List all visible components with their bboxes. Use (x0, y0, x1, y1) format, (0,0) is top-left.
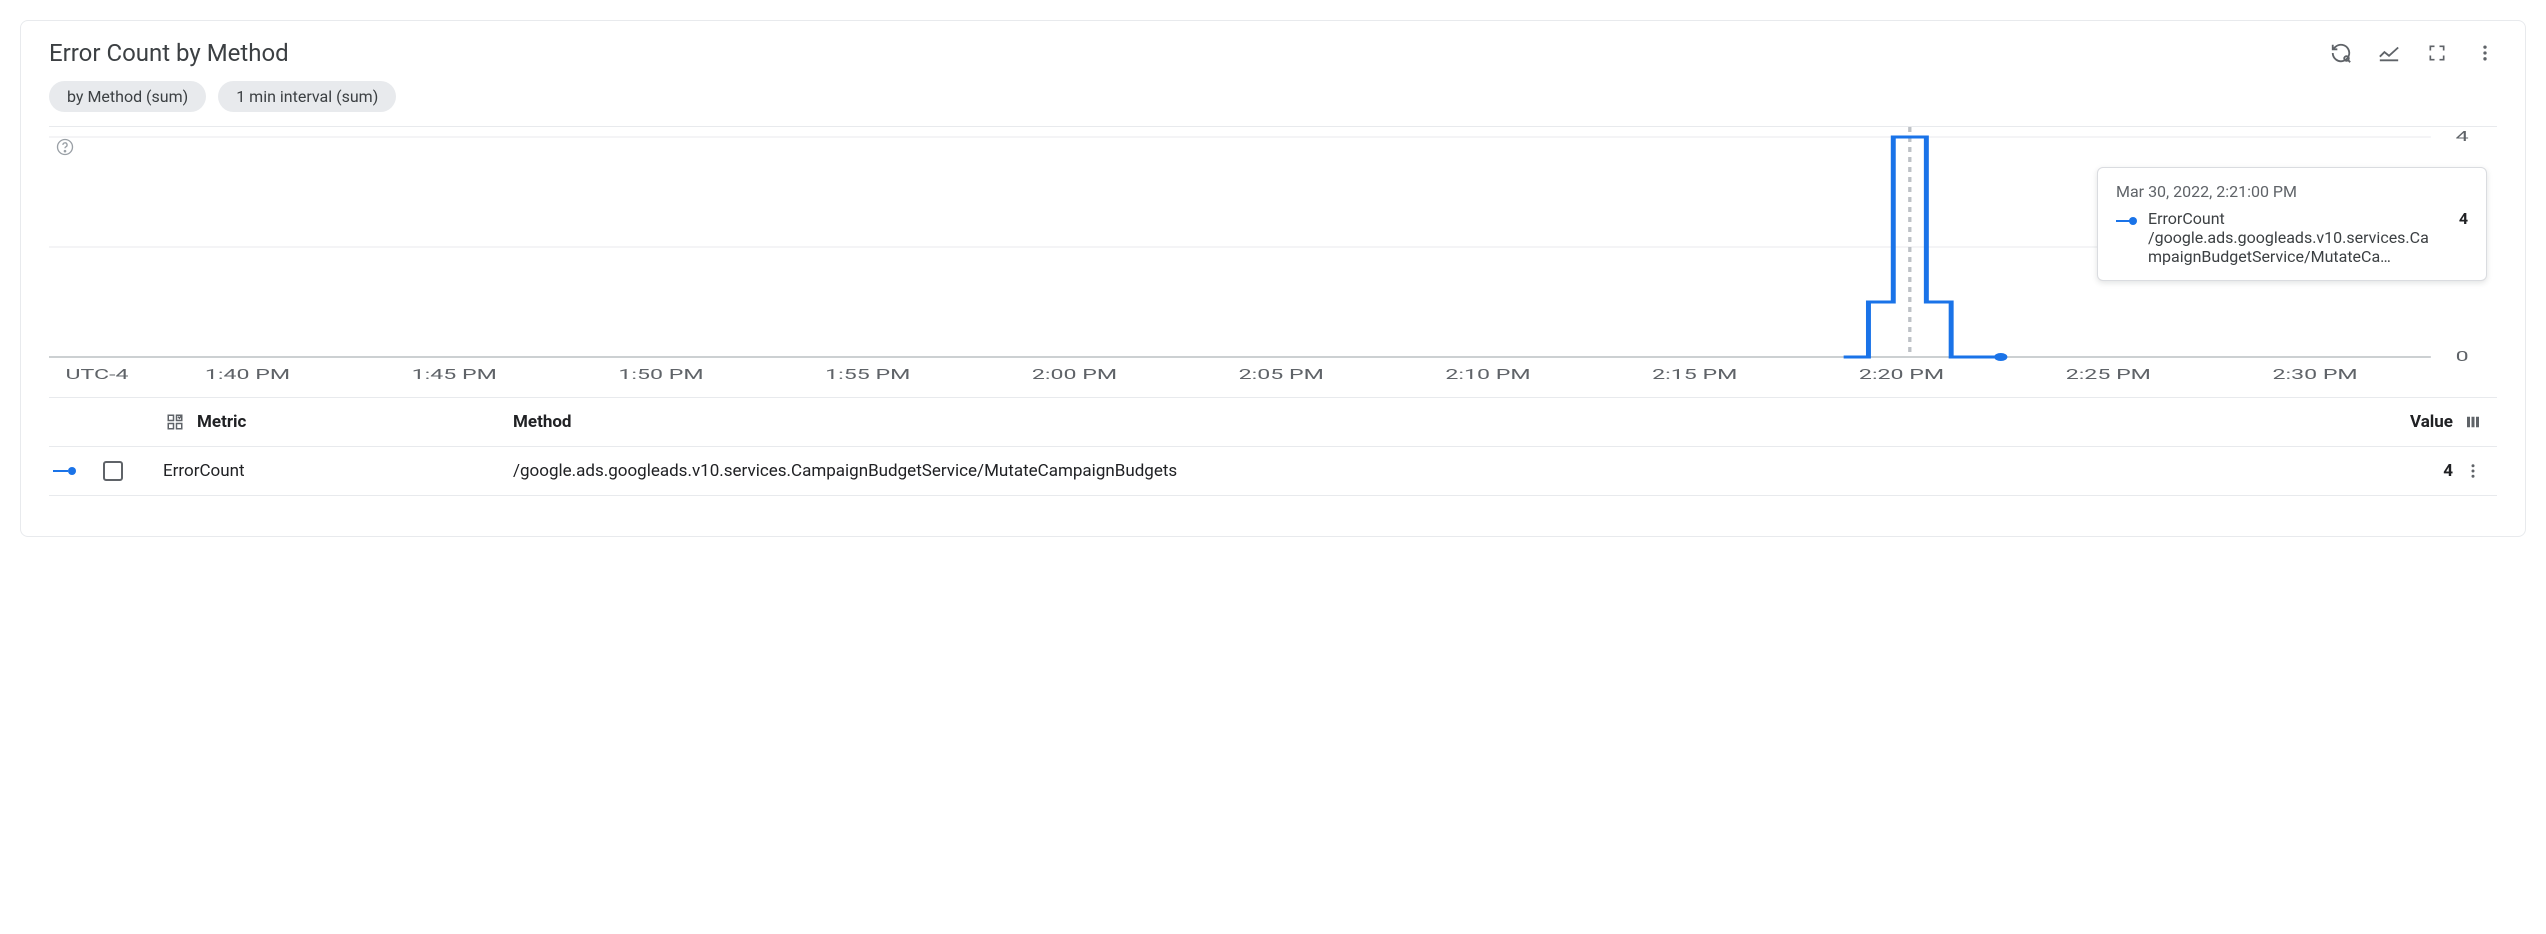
tooltip-series-row: ErrorCount /google.ads.googleads.v10.ser… (2116, 209, 2468, 266)
row-checkbox[interactable] (103, 461, 123, 481)
metric-selector-icon[interactable] (163, 413, 187, 431)
x-tick: 2:30 PM (2272, 366, 2357, 383)
more-options-icon[interactable] (2473, 41, 2497, 65)
panel-actions (2329, 41, 2497, 65)
table-row: ErrorCount /google.ads.googleads.v10.ser… (49, 447, 2497, 495)
filter-chips: by Method (sum) 1 min interval (sum) (21, 77, 2525, 126)
series-endpoint (1994, 353, 2007, 361)
chart-panel: Error Count by Method (20, 20, 2526, 537)
tooltip-series-name: ErrorCount /google.ads.googleads.v10.ser… (2148, 209, 2429, 266)
columns-icon[interactable] (2453, 413, 2493, 431)
method-header: Method (513, 412, 2363, 432)
chart-area[interactable]: 4 2 0 UTC-4 1:40 PM 1:45 PM 1:50 PM 1:55… (49, 126, 2497, 398)
tooltip-value: 4 (2459, 209, 2468, 228)
tooltip-timestamp: Mar 30, 2022, 2:21:00 PM (2116, 182, 2468, 201)
legend-table: Metric Method Value ErrorCount /g (49, 398, 2497, 496)
x-tick: 2:05 PM (1239, 366, 1324, 383)
x-tick: 2:10 PM (1445, 366, 1530, 383)
y-tick-4: 4 (2456, 128, 2469, 145)
y-tick-0: 0 (2456, 348, 2469, 365)
series-swatch-icon (53, 465, 77, 477)
help-icon[interactable] (55, 137, 75, 161)
panel-title: Error Count by Method (49, 39, 289, 67)
series-marker-icon (2116, 213, 2138, 229)
hover-tooltip: Mar 30, 2022, 2:21:00 PM ErrorCount /goo… (2097, 167, 2487, 281)
row-metric: ErrorCount (163, 461, 245, 481)
x-tick: 2:15 PM (1652, 366, 1737, 383)
x-tick: 2:20 PM (1859, 366, 1944, 383)
x-tick: 1:50 PM (618, 366, 703, 383)
table-header-row: Metric Method Value (49, 398, 2497, 447)
metric-header: Metric (197, 412, 246, 432)
x-tick: 1:55 PM (825, 366, 910, 383)
x-tick: 2:25 PM (2066, 366, 2151, 383)
fullscreen-icon[interactable] (2425, 41, 2449, 65)
x-tick: 1:40 PM (205, 366, 290, 383)
panel-header: Error Count by Method (21, 21, 2525, 77)
x-tz: UTC-4 (66, 366, 129, 383)
group-by-chip[interactable]: by Method (sum) (49, 81, 206, 112)
reset-zoom-icon[interactable] (2329, 41, 2353, 65)
x-tick: 1:45 PM (412, 366, 497, 383)
row-value: 4 (2363, 461, 2453, 481)
row-more-icon[interactable] (2453, 462, 2493, 480)
interval-chip[interactable]: 1 min interval (sum) (218, 81, 396, 112)
value-header: Value (2363, 412, 2453, 432)
row-method: /google.ads.googleads.v10.services.Campa… (513, 461, 2363, 481)
legend-icon[interactable] (2377, 41, 2401, 65)
x-tick: 2:00 PM (1032, 366, 1117, 383)
